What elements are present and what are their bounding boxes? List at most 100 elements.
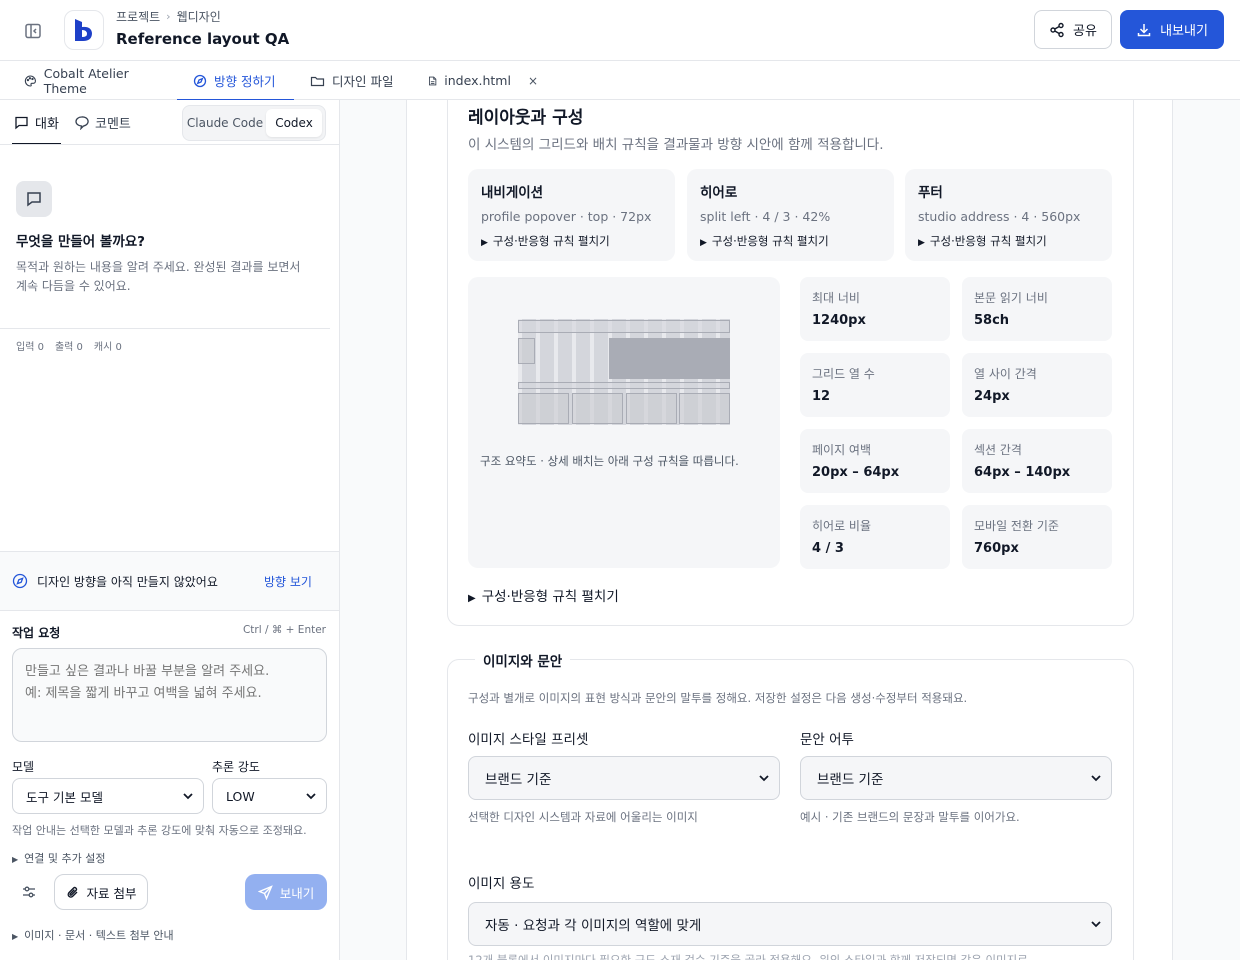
more-settings-label: 연결 및 추가 설정 xyxy=(24,852,106,865)
folder-icon xyxy=(310,76,325,86)
mini-card-spec: studio address · 4 · 560px xyxy=(918,209,1081,224)
usage-input: 입력 0 xyxy=(16,342,44,353)
tab-theme[interactable]: Cobalt Atelier Theme xyxy=(24,61,164,100)
image-usage-label: 이미지 용도 xyxy=(468,876,535,892)
app-header: 프로젝트 › 웹디자인 Reference layout QA 공유 내보내기 xyxy=(0,0,1240,61)
compass-icon xyxy=(193,74,207,87)
expand-rules-label: 구성·반응형 규칙 펼치기 xyxy=(492,234,610,248)
mini-card-title: 내비게이션 xyxy=(481,185,544,201)
stat-label: 모바일 전환 기준 xyxy=(974,519,1059,533)
tab-direction[interactable]: 방향 정하기 xyxy=(177,61,294,101)
tab-chat[interactable]: 대화 xyxy=(12,100,61,145)
image-usage-value: 자동 · 요청과 각 이미지의 역할에 맞게 xyxy=(485,918,702,934)
close-icon[interactable]: × xyxy=(528,74,538,88)
app-logo xyxy=(64,10,104,50)
layout-card-hero: 히어로 split left · 4 / 3 · 42% ▶ 구성·반응형 규칙 … xyxy=(687,169,894,261)
file-icon xyxy=(428,76,437,85)
attach-guide-label: 이미지 · 문서 · 텍스트 첨부 안내 xyxy=(24,929,174,942)
copy-tone-value: 브랜드 기준 xyxy=(817,772,884,788)
request-input[interactable] xyxy=(12,648,327,742)
agent-option-codex[interactable]: Codex xyxy=(266,109,322,137)
layout-card-navigation: 내비게이션 profile popover · top · 72px ▶ 구성·반… xyxy=(468,169,675,261)
image-style-value: 브랜드 기준 xyxy=(485,772,552,788)
send-button[interactable]: 보내기 xyxy=(245,874,327,910)
caret-right-icon: ▶ xyxy=(468,593,476,604)
stat-value: 12 xyxy=(812,389,831,404)
stat-value: 20px – 64px xyxy=(812,465,900,480)
tab-comments[interactable]: 코멘트 xyxy=(74,100,131,145)
stat-max-width: 최대 너비 1240px xyxy=(800,277,950,341)
empty-state-title: 무엇을 만들어 볼까요? xyxy=(16,234,146,250)
share-label: 공유 xyxy=(1073,24,1097,39)
agent-option-claude-code[interactable]: Claude Code xyxy=(186,109,264,137)
image-style-select[interactable]: 브랜드 기준 xyxy=(468,756,780,800)
tab-index-html[interactable]: index.html × xyxy=(428,61,538,100)
tab-label: 디자인 파일 xyxy=(332,74,394,89)
send-label: 보내기 xyxy=(279,885,315,901)
sliders-icon[interactable] xyxy=(21,884,37,904)
stat-hero-ratio: 히어로 비율 4 / 3 xyxy=(800,505,950,569)
effort-select-value: LOW xyxy=(226,788,255,804)
palette-icon xyxy=(24,74,36,87)
stat-label: 섹션 간격 xyxy=(974,443,1022,457)
model-label: 모델 xyxy=(12,760,35,774)
model-select-value: 도구 기본 모델 xyxy=(26,789,103,805)
image-style-label: 이미지 스타일 프리셋 xyxy=(468,732,589,748)
page-title: Reference layout QA xyxy=(116,30,290,48)
comment-icon xyxy=(75,116,89,130)
breadcrumb: 프로젝트 › 웹디자인 xyxy=(116,8,221,25)
image-usage-select[interactable]: 자동 · 요청과 각 이미지의 역할에 맞게 xyxy=(468,902,1112,946)
expand-rules-label: 구성·반응형 규칙 펼치기 xyxy=(711,234,829,248)
agent-switch: Claude Code Codex xyxy=(182,105,326,141)
mini-card-title: 히어로 xyxy=(700,185,738,201)
image-section-title: 이미지와 문안 xyxy=(475,650,571,670)
usage-cache: 캐시 0 xyxy=(93,342,122,353)
chat-panel: 대화 코멘트 Claude Code Codex 무엇을 만들어 볼까요? 목적… xyxy=(0,100,340,960)
model-select[interactable]: 도구 기본 모델 xyxy=(12,778,204,814)
chat-bubble-icon xyxy=(16,181,52,217)
tab-label: 방향 정하기 xyxy=(214,74,276,89)
expand-rules-toggle[interactable]: ▶ 구성·반응형 규칙 펼치기 xyxy=(918,233,1099,249)
attach-button[interactable]: 자료 첨부 xyxy=(54,874,148,910)
copy-tone-note: 예시 · 기존 브랜드의 문장과 말투를 이어가요. xyxy=(800,810,1020,824)
tab-chat-label: 대화 xyxy=(35,117,59,132)
caret-right-icon: ▶ xyxy=(918,238,925,248)
caret-right-icon: ▶ xyxy=(481,238,488,248)
more-settings-toggle[interactable]: ▶ 연결 및 추가 설정 xyxy=(12,850,106,866)
mini-card-spec: profile popover · top · 72px xyxy=(481,209,652,224)
share-button[interactable]: 공유 xyxy=(1034,10,1112,49)
paperclip-icon xyxy=(67,886,77,898)
effort-select[interactable]: LOW xyxy=(212,778,327,814)
preview-caption: 구조 요약도 · 상세 배치는 아래 구성 규칙을 따릅니다. xyxy=(480,454,739,468)
export-label: 내보내기 xyxy=(1160,24,1208,39)
stat-value: 64px – 140px xyxy=(974,465,1071,480)
expand-rules-toggle[interactable]: ▶ 구성·반응형 규칙 펼치기 xyxy=(700,233,881,249)
chevron-right-icon: › xyxy=(166,10,171,23)
share-icon xyxy=(1050,22,1064,37)
export-button[interactable]: 내보내기 xyxy=(1120,10,1224,49)
breadcrumb-category[interactable]: 웹디자인 xyxy=(177,8,221,25)
copy-tone-select[interactable]: 브랜드 기준 xyxy=(800,756,1112,800)
caret-right-icon: ▶ xyxy=(12,932,19,941)
token-usage: 입력 0 출력 0 캐시 0 xyxy=(16,338,122,353)
stat-value: 1240px xyxy=(812,313,866,328)
file-tabs: Cobalt Atelier Theme 방향 정하기 디자인 파일 index… xyxy=(0,61,1240,101)
tab-comments-label: 코멘트 xyxy=(95,117,131,132)
view-direction-link[interactable]: 방향 보기 xyxy=(264,573,312,590)
stat-label: 최대 너비 xyxy=(812,291,860,305)
stat-label: 그리드 열 수 xyxy=(812,367,875,381)
expand-rules-toggle[interactable]: ▶ 구성·반응형 규칙 펼치기 xyxy=(481,233,662,249)
expand-rules-toggle[interactable]: ▶ 구성·반응형 규칙 펼치기 xyxy=(468,585,619,605)
layout-preview: 구조 요약도 · 상세 배치는 아래 구성 규칙을 따릅니다. xyxy=(468,277,780,568)
select-note: 작업 안내는 선택한 모델과 추론 강도에 맞춰 자동으로 조정돼요. xyxy=(12,824,307,837)
tab-design-files[interactable]: 디자인 파일 xyxy=(310,61,410,100)
stat-value: 4 / 3 xyxy=(812,541,844,556)
breadcrumb-project[interactable]: 프로젝트 xyxy=(116,8,160,25)
stat-label: 열 사이 간격 xyxy=(974,367,1037,381)
sidebar-toggle-icon[interactable] xyxy=(24,22,42,40)
attach-guide-toggle[interactable]: ▶ 이미지 · 문서 · 텍스트 첨부 안내 xyxy=(12,927,174,943)
stat-label: 히어로 비율 xyxy=(812,519,872,533)
direction-notice-text: 디자인 방향을 아직 만들지 않았어요 xyxy=(37,575,218,589)
stat-reading-width: 본문 읽기 너비 58ch xyxy=(962,277,1112,341)
stat-page-margin: 페이지 여백 20px – 64px xyxy=(800,429,950,493)
